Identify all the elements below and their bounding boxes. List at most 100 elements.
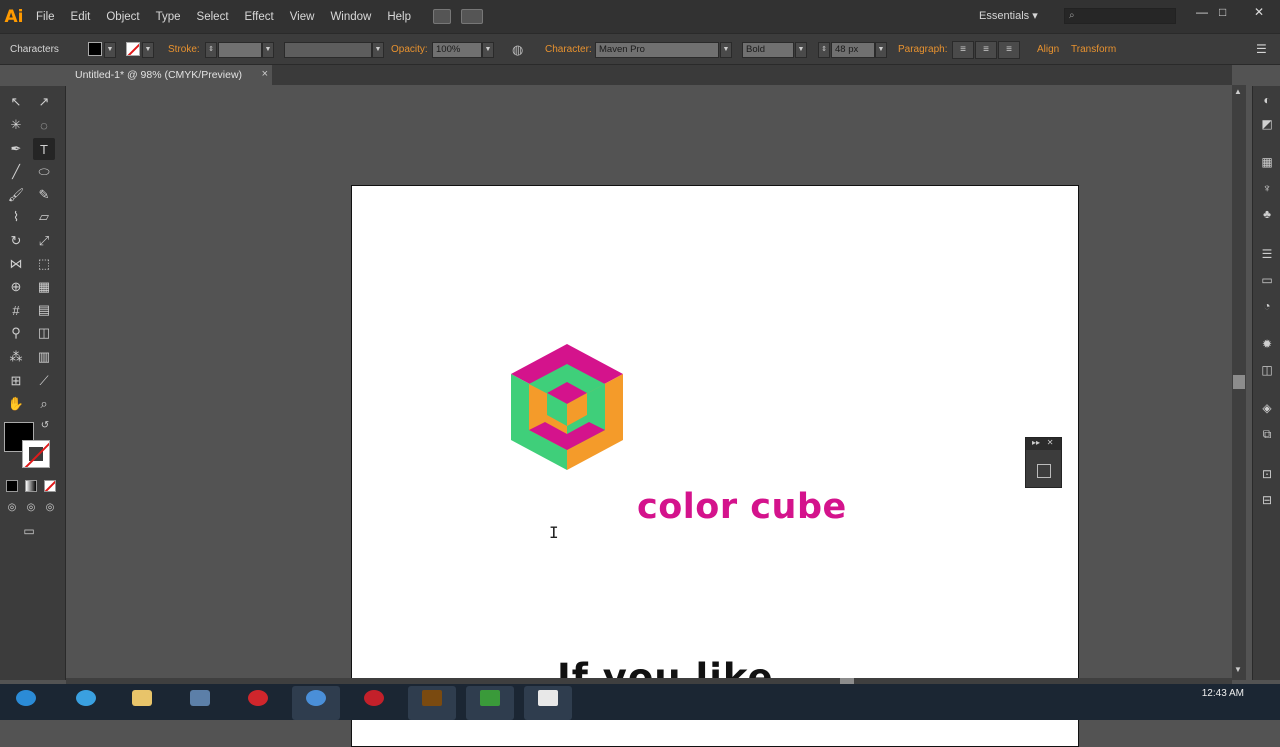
font-family-field[interactable]: Maven Pro [595,42,719,58]
align-left-button[interactable]: ≡ [952,41,974,59]
draw-inside-icon[interactable]: ◎ [41,498,59,516]
transparency-panel-icon[interactable]: ◔ [1259,298,1275,314]
menu-view[interactable]: View [282,11,323,23]
fill-dropdown[interactable]: ▼ [104,42,116,58]
lasso-icon[interactable]: ◌ [33,114,55,136]
stroke-panel-icon[interactable]: ☰ [1259,246,1275,262]
stroke-stepper[interactable]: ⇕ [205,42,217,58]
symbols-panel-icon[interactable]: ♣ [1259,206,1275,222]
artboard-icon[interactable]: ⊞ [5,370,27,392]
draw-behind-icon[interactable]: ◎ [22,498,40,516]
font-size-stepper[interactable]: ⇕ [818,42,830,58]
screen-mode-icon[interactable]: ▭ [18,522,40,540]
bridge-icon[interactable] [433,9,451,24]
line-icon[interactable]: ╱ [5,161,27,183]
menu-file[interactable]: File [28,11,63,23]
stroke-weight-field[interactable] [218,42,262,58]
arrange-documents-icon[interactable] [461,9,483,24]
scroll-up-icon[interactable]: ▲ [1234,87,1242,96]
start-button[interactable] [2,686,50,720]
menu-window[interactable]: Window [322,11,379,23]
swap-colors-icon[interactable]: ↺ [38,418,52,432]
menu-effect[interactable]: Effect [237,11,282,23]
workspace-switcher[interactable]: Essentials ▾ [979,9,1038,22]
minimize-button[interactable]: — [1196,5,1208,19]
menu-select[interactable]: Select [189,11,237,23]
opacity-label[interactable]: Opacity: [391,44,428,55]
opacity-field[interactable]: 100% [432,42,482,58]
mesh-icon[interactable]: # [5,299,27,321]
font-size-field[interactable]: 48 px [831,42,875,58]
menu-help[interactable]: Help [379,11,419,23]
gradient-mode-icon[interactable] [25,480,37,492]
stroke-swatch[interactable] [126,42,140,56]
selection-icon[interactable]: ↖ [5,91,27,113]
color-mode-icon[interactable] [6,480,18,492]
taskbar-explorer-icon[interactable] [118,686,166,720]
gradient-icon[interactable]: ▤ [33,299,55,321]
variable-width-dropdown[interactable]: ▼ [372,42,384,58]
opacity-dropdown[interactable]: ▼ [482,42,494,58]
pathfinder-icon[interactable] [1037,464,1051,478]
color-cube-logo[interactable] [509,342,625,472]
blob-brush-icon[interactable]: ⌇ [5,206,27,228]
fill-swatch[interactable] [88,42,102,56]
color-panel-icon[interactable]: ◐ [1259,92,1275,108]
align-panel-icon[interactable]: ⊟ [1259,492,1275,508]
color-guide-icon[interactable]: ◩ [1259,116,1275,132]
character-label[interactable]: Character: [545,44,592,55]
font-size-dropdown[interactable]: ▼ [875,42,887,58]
transform-panel-icon[interactable]: ⊡ [1259,466,1275,482]
hand-icon[interactable]: ✋ [5,393,27,415]
paintbrush-icon[interactable]: 🖌 [5,184,27,206]
menu-edit[interactable]: Edit [63,11,99,23]
slice-icon[interactable]: ⟋ [33,370,55,392]
panel-menu-icon[interactable]: ☰ [1256,42,1267,56]
brushes-panel-icon[interactable]: ♆ [1259,180,1275,196]
taskbar-opera-icon[interactable] [234,686,282,720]
pencil-icon[interactable]: ✎ [33,184,55,206]
direct-selection-icon[interactable]: ↗ [33,91,55,113]
search-input[interactable]: ⌕ [1064,8,1176,24]
font-style-dropdown[interactable]: ▼ [795,42,807,58]
artboard[interactable]: color cube If you like [351,185,1079,747]
scale-icon[interactable]: ⤢ [33,230,55,252]
transform-link[interactable]: Transform [1071,44,1116,55]
swatches-panel-icon[interactable]: ▦ [1259,154,1275,170]
taskbar-recorder-icon[interactable] [524,686,572,720]
taskbar-app-icon[interactable] [176,686,224,720]
align-center-button[interactable]: ≡ [975,41,997,59]
vertical-scrollbar[interactable]: ▲ ▼ [1232,85,1246,680]
shape-builder-icon[interactable]: ⊕ [5,276,27,298]
type-icon[interactable]: T [33,138,55,160]
align-link[interactable]: Align [1037,44,1059,55]
taskbar-camtasia-icon[interactable] [466,686,514,720]
document-tab[interactable]: Untitled-1* @ 98% (CMYK/Preview) × [66,65,272,85]
eraser-icon[interactable]: ▱ [33,206,55,228]
taskbar-red-icon[interactable] [350,686,398,720]
none-mode-icon[interactable] [44,480,56,492]
font-style-field[interactable]: Bold [742,42,794,58]
recolor-icon[interactable]: ◍ [512,42,523,58]
close-tab-icon[interactable]: × [262,68,268,80]
close-button[interactable]: ✕ [1254,5,1264,19]
draw-normal-icon[interactable]: ◎ [3,498,21,516]
rotate-icon[interactable]: ↻ [5,230,27,252]
gradient-panel-icon[interactable]: ▭ [1259,272,1275,288]
width-icon[interactable]: ⋈ [5,253,27,275]
align-right-button[interactable]: ≡ [998,41,1020,59]
vertical-scroll-thumb[interactable] [1233,375,1245,389]
magic-wand-icon[interactable]: ✳ [5,114,27,136]
graphic-styles-icon[interactable]: ◫ [1259,362,1275,378]
artboards-panel-icon[interactable]: ⧉ [1259,426,1275,442]
free-transform-icon[interactable]: ⬚ [33,253,55,275]
menu-type[interactable]: Type [148,11,189,23]
stroke-dropdown[interactable]: ▼ [142,42,154,58]
stroke-color-box[interactable] [22,440,50,468]
layers-panel-icon[interactable]: ◈ [1259,400,1275,416]
column-graph-icon[interactable]: ▥ [33,346,55,368]
stroke-weight-dropdown[interactable]: ▼ [262,42,274,58]
menu-object[interactable]: Object [98,11,147,23]
taskbar-illustrator-icon[interactable] [408,686,456,720]
stroke-label[interactable]: Stroke: [168,44,200,55]
